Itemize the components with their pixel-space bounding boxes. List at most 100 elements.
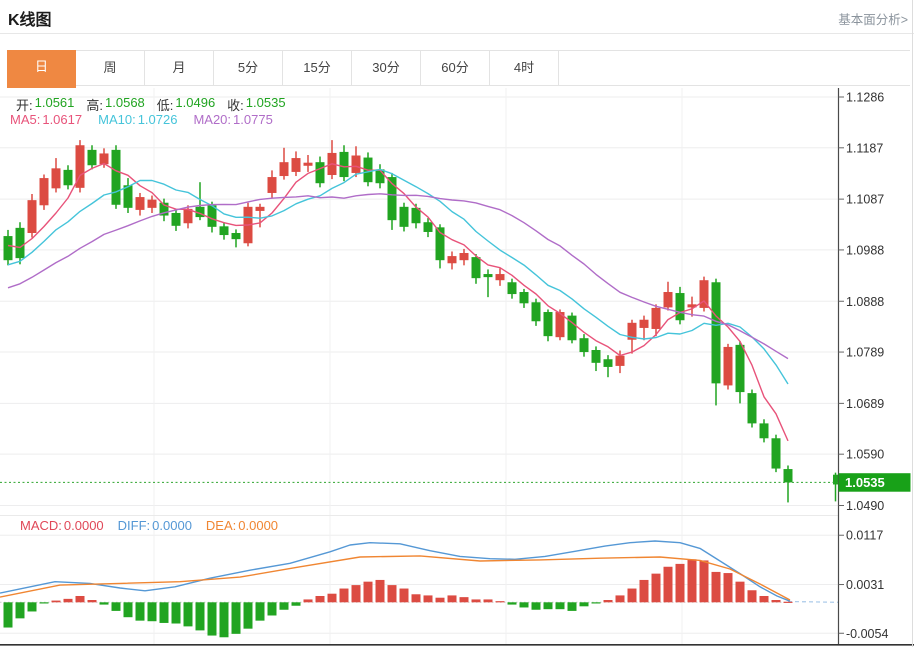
macd-bar — [412, 594, 421, 602]
macd-bar — [352, 585, 361, 602]
axis-tick-label: -0.0054 — [846, 627, 888, 641]
macd-bar — [448, 595, 457, 602]
tab-day[interactable]: 日 — [7, 50, 76, 88]
candle-body — [376, 169, 385, 183]
macd-bar — [292, 602, 301, 605]
macd-bar — [340, 589, 349, 603]
macd-bar — [40, 602, 49, 603]
macd-bar — [316, 596, 325, 602]
candle-body — [52, 168, 61, 188]
candle-body — [424, 222, 433, 232]
readout-value: 1.0775 — [233, 112, 273, 127]
macd-bar — [760, 596, 769, 602]
macd-bar — [88, 600, 97, 602]
candle-body — [652, 308, 661, 329]
candle-body — [760, 423, 769, 438]
macd-bar — [232, 602, 241, 634]
macd-bar — [76, 596, 85, 602]
macd-bar — [532, 602, 541, 609]
ma-readout: MA5:1.0617MA10:1.0726MA20:1.0775 — [10, 112, 273, 127]
macd-bar — [496, 601, 505, 602]
candle-body — [640, 320, 649, 328]
macd-bar — [544, 602, 553, 609]
axis-tick-label: 1.0789 — [846, 346, 884, 360]
axis-tick-label: 0.0031 — [846, 578, 884, 592]
candle-body — [532, 302, 541, 321]
macd-zero-dashed-tail — [788, 602, 839, 603]
macd-bar — [688, 559, 697, 602]
candle-body — [100, 153, 109, 164]
candle-body — [712, 282, 721, 383]
readout-pair: MA20:1.0775 — [193, 112, 272, 127]
macd-bar — [184, 602, 193, 626]
macd-bar — [364, 582, 373, 603]
readout-value: 1.0726 — [138, 112, 178, 127]
macd-bar — [652, 574, 661, 603]
candle-body — [304, 163, 313, 166]
candlestick-series — [4, 140, 839, 502]
candle-body — [256, 207, 265, 211]
candle-body — [64, 170, 73, 185]
readout-label: DEA: — [206, 518, 236, 533]
candle-body — [508, 282, 517, 294]
readout-value: 0.0000 — [152, 518, 192, 533]
macd-bar — [520, 602, 529, 607]
candle-body — [40, 178, 49, 205]
macd-bar — [736, 582, 745, 603]
readout-pair: DIFF:0.0000 — [118, 518, 192, 533]
macd-bar — [328, 594, 337, 603]
readout-pair: MACD:0.0000 — [20, 518, 104, 533]
macd-bar — [244, 602, 253, 628]
macd-bar — [16, 602, 25, 618]
readout-pair: MA5:1.0617 — [10, 112, 82, 127]
axis-tick-label: 1.0988 — [846, 243, 884, 257]
macd-bar — [592, 602, 601, 603]
macd-bar — [196, 602, 205, 630]
macd-bar — [220, 602, 229, 637]
axis-tick-label: 1.0888 — [846, 295, 884, 309]
axis-tick-label: 1.0590 — [846, 448, 884, 462]
macd-bar — [148, 602, 157, 621]
macd-bar — [676, 564, 685, 602]
macd-bar — [616, 595, 625, 602]
readout-label: MACD: — [20, 518, 62, 533]
axis-tick-label: 1.0689 — [846, 397, 884, 411]
readout-pair: DEA:0.0000 — [206, 518, 278, 533]
macd-bar — [112, 602, 121, 611]
macd-bar — [4, 602, 13, 627]
macd-histogram — [4, 559, 793, 637]
candle-body — [448, 256, 457, 263]
macd-bar — [724, 573, 733, 602]
price-axis: 1.12861.11871.10871.09881.08881.07891.06… — [839, 91, 889, 641]
readout-value: 0.0000 — [64, 518, 104, 533]
macd-bar — [400, 589, 409, 603]
macd-bar — [784, 602, 793, 603]
candle-body — [676, 293, 685, 320]
candle-body — [616, 356, 625, 366]
candle-body — [484, 274, 493, 277]
macd-readout: MACD:0.0000DIFF:0.0000DEA:0.0000 — [20, 518, 278, 533]
axis-tick-label: 1.0490 — [846, 499, 884, 513]
macd-bar — [388, 585, 397, 602]
readout-value: 0.0000 — [238, 518, 278, 533]
candle-body — [232, 233, 241, 239]
macd-bar — [280, 602, 289, 609]
candle-body — [4, 236, 13, 260]
candle-body — [496, 274, 505, 280]
candle-body — [136, 197, 145, 210]
macd-bar — [772, 600, 781, 602]
macd-bar — [160, 602, 169, 623]
macd-bar — [556, 602, 565, 609]
macd-bar — [52, 601, 61, 603]
candle-body — [520, 292, 529, 303]
candle-body — [352, 156, 361, 173]
candle-body — [268, 177, 277, 193]
axis-tick-label: 0.0117 — [846, 529, 883, 543]
macd-bar — [268, 602, 277, 615]
macd-bar — [124, 602, 133, 617]
current-price-badge: 1.0535 — [839, 473, 911, 492]
candle-body — [460, 253, 469, 260]
macd-bar — [208, 602, 217, 635]
candle-body — [736, 345, 745, 392]
macd-bar — [376, 580, 385, 602]
